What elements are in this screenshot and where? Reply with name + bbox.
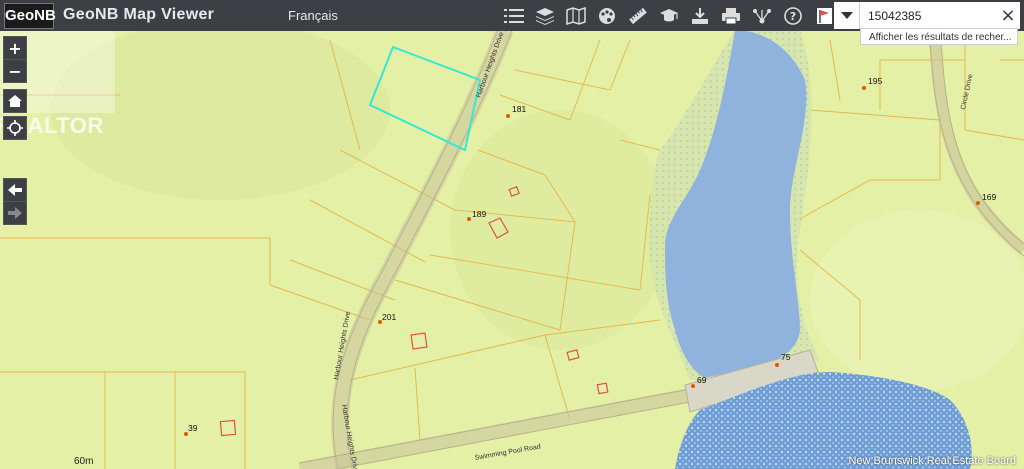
search-suggestion[interactable]: Afficher les résultats de recher...: [860, 28, 1018, 45]
measure-ruler-icon[interactable]: [624, 2, 652, 29]
crosshair-icon: [7, 120, 23, 136]
list-icon[interactable]: [500, 2, 528, 29]
map-canvas[interactable]: 181 189 201 39 195 169 69 75 Harbour Hei…: [0, 0, 1024, 469]
palette-icon[interactable]: [593, 2, 621, 29]
zoom-out-button[interactable]: −: [3, 59, 27, 83]
terrain-shade: [450, 110, 670, 350]
svg-text:?: ?: [790, 10, 796, 23]
copyright-text: New Brunswick Real Estate Board: [848, 455, 1016, 467]
search-input[interactable]: [860, 2, 1004, 29]
search-options-dropdown[interactable]: [834, 2, 860, 29]
toolbar: ?: [500, 2, 838, 29]
logo-text: GeoNB: [5, 7, 56, 24]
help-icon[interactable]: ?: [779, 2, 807, 29]
home-button[interactable]: [3, 89, 27, 113]
language-link[interactable]: Français: [288, 8, 338, 23]
close-icon[interactable]: ×: [996, 2, 1020, 29]
geonb-logo[interactable]: GeoNB: [4, 3, 56, 29]
civic-label: 39: [188, 423, 198, 433]
basemap-icon[interactable]: [562, 2, 590, 29]
chevron-down-icon: [840, 11, 853, 19]
civic-label: 189: [472, 209, 486, 219]
civic-label: 195: [868, 76, 882, 86]
contour-label: 60m: [74, 456, 94, 467]
next-extent-button[interactable]: [3, 201, 27, 225]
civic-label: 181: [512, 104, 526, 114]
terrain-shade: [810, 210, 1024, 390]
arrow-right-icon: [8, 207, 22, 219]
civic-label: 201: [382, 312, 396, 322]
app-header: GeoNB GeoNB Map Viewer Français ? 150423…: [0, 0, 1024, 31]
print-icon[interactable]: [717, 2, 745, 29]
zoom-in-button[interactable]: +: [3, 36, 27, 60]
home-icon: [8, 95, 22, 107]
previous-extent-button[interactable]: [3, 178, 27, 202]
layers-icon[interactable]: [531, 2, 559, 29]
graduation-cap-icon[interactable]: [655, 2, 683, 29]
share-icon[interactable]: [748, 2, 776, 29]
civic-label: 75: [781, 352, 791, 362]
civic-label: 69: [697, 375, 707, 385]
locate-button[interactable]: [3, 116, 27, 140]
page-title: GeoNB Map Viewer: [63, 6, 215, 23]
civic-label: 169: [982, 192, 996, 202]
download-icon[interactable]: [686, 2, 714, 29]
arrow-left-icon: [8, 184, 22, 196]
